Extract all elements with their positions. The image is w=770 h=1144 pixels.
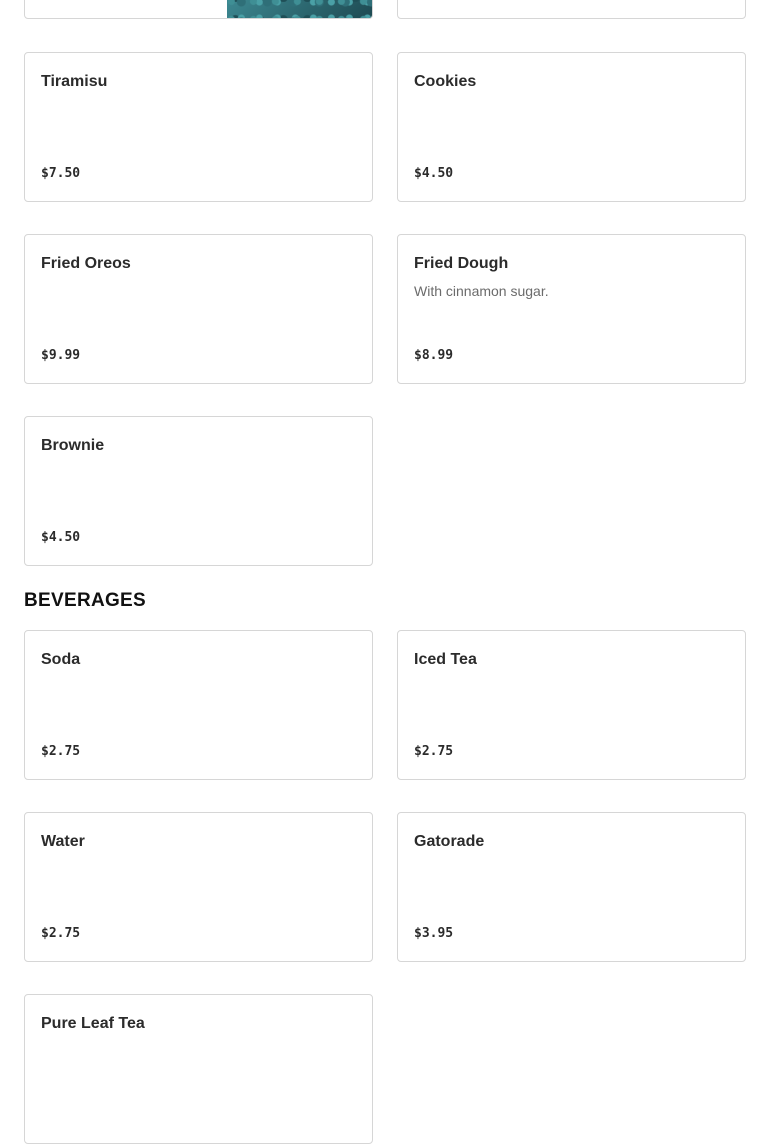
menu-item-card[interactable]: Brownie $4.50: [24, 416, 373, 566]
menu-item-name: Tiramisu: [41, 73, 108, 90]
menu-item-card-partial[interactable]: [397, 0, 746, 19]
menu-item-price: $2.75: [41, 926, 81, 941]
menu-item-card[interactable]: Fried Dough With cinnamon sugar. $8.99: [397, 234, 746, 384]
menu-item-price: $9.99: [41, 348, 81, 363]
menu-item-card[interactable]: Gatorade $3.95: [397, 812, 746, 962]
menu-item-name: Water: [41, 833, 85, 850]
menu-item-card[interactable]: Pure Leaf Tea: [24, 994, 373, 1144]
menu-item-card[interactable]: Soda $2.75: [24, 630, 373, 780]
menu-item-description: With cinnamon sugar.: [414, 283, 549, 299]
menu-item-card[interactable]: Tiramisu $7.50: [24, 52, 373, 202]
menu-item-name: Cookies: [414, 73, 477, 90]
menu-item-name: Fried Dough: [414, 255, 509, 272]
menu-item-name: Gatorade: [414, 833, 485, 850]
menu-item-price: $7.50: [41, 166, 81, 181]
menu-item-name: Iced Tea: [414, 651, 477, 668]
menu-item-card[interactable]: Iced Tea $2.75: [397, 630, 746, 780]
menu-item-price: $4.50: [41, 530, 81, 545]
section-heading-beverages: BEVERAGES: [24, 590, 147, 611]
menu-item-card[interactable]: Water $2.75: [24, 812, 373, 962]
menu-item-price: $4.50: [414, 166, 454, 181]
menu-item-photo: [227, 0, 372, 18]
menu-item-price: $2.75: [414, 744, 454, 759]
menu-item-name: Fried Oreos: [41, 255, 131, 272]
menu-item-name: Soda: [41, 651, 81, 668]
menu-item-price: $3.95: [414, 926, 454, 941]
menu-item-price: $8.99: [414, 348, 454, 363]
menu-item-card-partial[interactable]: [24, 0, 373, 19]
menu-item-price: $2.75: [41, 744, 81, 759]
menu-item-name: Pure Leaf Tea: [41, 1015, 145, 1032]
menu-item-card[interactable]: Fried Oreos $9.99: [24, 234, 373, 384]
menu-item-name: Brownie: [41, 437, 105, 454]
menu-item-card[interactable]: Cookies $4.50: [397, 52, 746, 202]
